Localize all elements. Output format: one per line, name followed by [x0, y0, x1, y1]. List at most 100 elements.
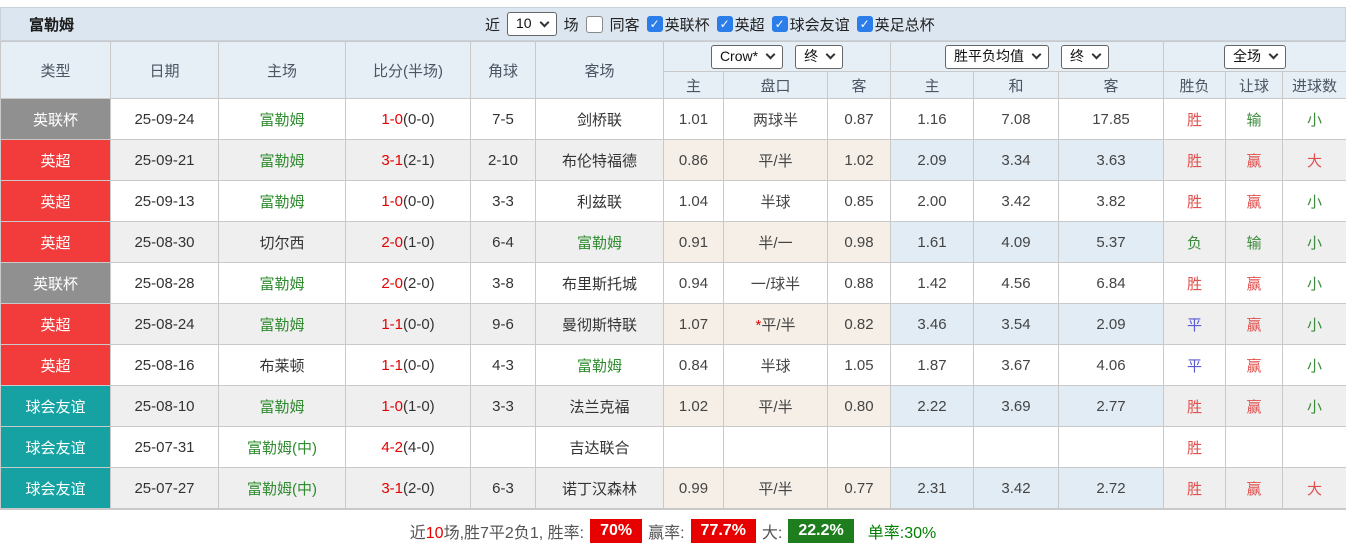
avg-away-odds: 2.72: [1058, 467, 1164, 509]
home-team: 富勒姆: [218, 303, 346, 345]
handicap-home-odds: 1.04: [663, 180, 724, 222]
league-filter-cup: ✓ 英联杯: [646, 14, 710, 35]
league-friendly-checkbox[interactable]: ✓: [771, 16, 788, 32]
goals-result: 大: [1282, 139, 1346, 181]
same-venue-checkbox[interactable]: [585, 15, 603, 33]
avg-draw-odds: 7.08: [973, 98, 1059, 140]
avg-home-odds: 1.87: [890, 344, 974, 386]
league-epl-label: 英超: [734, 16, 765, 34]
handicap-home-odds: 1.01: [663, 98, 724, 140]
handicap-away-odds: 0.88: [827, 262, 891, 304]
avg-away-odds: 3.82: [1058, 180, 1164, 222]
away-team: 吉达联合: [535, 426, 664, 468]
score-cell: 1-1(0-0): [345, 303, 471, 345]
handicap-odds-header: Crow* 终: [663, 41, 891, 72]
odds-period-value: 终: [804, 47, 819, 64]
avg-away-odds: 6.84: [1058, 262, 1164, 304]
score-cell: 1-1(0-0): [345, 344, 471, 386]
league-facup-checkbox[interactable]: ✓: [856, 16, 873, 32]
handicap-home-odds: 1.07: [663, 303, 724, 345]
avg-draw-odds: 3.67: [973, 344, 1059, 386]
league-type-badge: 英联杯: [0, 98, 111, 140]
handicap-result-header: 让球: [1225, 71, 1283, 99]
goals-result: 小: [1282, 344, 1346, 386]
league-type-badge: 球会友谊: [0, 426, 111, 468]
away-team: 布里斯托城: [535, 262, 664, 304]
score-cell: 3-1(2-0): [345, 467, 471, 509]
avg-away-header: 客: [1058, 71, 1164, 99]
wdl-result: 胜: [1163, 467, 1226, 509]
corner-score: 6-4: [470, 221, 536, 263]
team-title: 富勒姆: [29, 16, 75, 34]
match-table: 类型 日期 主场 比分(半场) 角球 客场 Crow* 终 胜平负均值 终 全场…: [0, 41, 1346, 509]
avg-away-odds: 4.06: [1058, 344, 1164, 386]
table-row: 球会友谊 25-08-10 富勒姆 1-0(1-0) 3-3 法兰克福 1.02 平/半 0.8…: [0, 385, 1346, 427]
handicap-away-odds: 1.05: [827, 344, 891, 386]
table-row: 英联杯 25-09-24 富勒姆 1-0(0-0) 7-5 剑桥联 1.01 两球半 0.87 1…: [0, 98, 1346, 140]
col-home-header: 主场: [218, 41, 346, 99]
recent-label: 近: [485, 16, 501, 34]
handicap-result: [1225, 426, 1283, 468]
col-away-header: 客场: [535, 41, 664, 99]
avg-away-odds: 17.85: [1058, 98, 1164, 140]
wdl-result: 平: [1163, 303, 1226, 345]
score-cell: 1-0(0-0): [345, 180, 471, 222]
handicap-result: 赢: [1225, 139, 1283, 181]
goals-result: [1282, 426, 1346, 468]
avg-draw-odds: 3.54: [973, 303, 1059, 345]
handicap-result: 输: [1225, 221, 1283, 263]
table-row: 球会友谊 25-07-27 富勒姆(中) 3-1(2-0) 6-3 诺丁汉森林 0.99 平/…: [0, 467, 1346, 509]
match-date: 25-09-13: [110, 180, 219, 222]
handicap-result: 赢: [1225, 385, 1283, 427]
odds-period-select[interactable]: 终: [795, 44, 844, 69]
big-rate-label: 大:: [761, 524, 783, 542]
col-date-header: 日期: [110, 41, 219, 99]
handicap-away-odds: 0.85: [827, 180, 891, 222]
bookmaker-select[interactable]: Crow*: [710, 44, 784, 69]
asian-rate-badge: 77.7%: [690, 518, 756, 543]
league-filter-epl: ✓ 英超: [716, 14, 765, 35]
recent-count-select[interactable]: 10: [507, 12, 557, 36]
table-row: 英超 25-09-21 富勒姆 3-1(2-1) 2-10 布伦特福德 0.86 平/半 1.0…: [0, 139, 1346, 181]
league-filter-facup: ✓ 英足总杯: [856, 14, 935, 35]
handicap-home-odds: 0.99: [663, 467, 724, 509]
col-corner-header: 角球: [470, 41, 536, 99]
match-date: 25-09-24: [110, 98, 219, 140]
chevron-down-icon: [1091, 49, 1102, 60]
match-date: 25-09-21: [110, 139, 219, 181]
avg-period-select[interactable]: 终: [1061, 44, 1109, 69]
table-row: 英超 25-08-16 布莱顿 1-1(0-0) 4-3 富勒姆 0.84 半球 1.05 1.8…: [0, 344, 1346, 386]
score-cell: 2-0(2-0): [345, 262, 471, 304]
avg-draw-odds: 3.42: [973, 467, 1059, 509]
home-team: 切尔西: [218, 221, 346, 263]
handicap-line: 一/球半: [723, 262, 828, 304]
goals-result: 小: [1282, 180, 1346, 222]
corner-score: 7-5: [470, 98, 536, 140]
period-scope-select[interactable]: 全场: [1224, 44, 1286, 69]
league-filter-friendly: ✓ 球会友谊: [771, 14, 850, 35]
chevron-down-icon: [765, 49, 776, 60]
handicap-home-odds: 0.91: [663, 221, 724, 263]
handicap-home-odds: 0.94: [663, 262, 724, 304]
avg-odds-select[interactable]: 胜平负均值: [945, 44, 1049, 69]
league-type-badge: 英超: [0, 139, 111, 181]
away-team: 法兰克福: [535, 385, 664, 427]
league-friendly-label: 球会友谊: [789, 16, 850, 34]
handicap-line: *平/半: [723, 303, 828, 345]
handicap-line: 半球: [723, 180, 828, 222]
avg-draw-odds: 4.09: [973, 221, 1059, 263]
home-team: 富勒姆: [218, 180, 346, 222]
handicap-result: 赢: [1225, 344, 1283, 386]
hc-home-header: 主: [663, 71, 724, 99]
col-score-header: 比分(半场): [345, 41, 471, 99]
chevron-down-icon: [539, 17, 550, 27]
hc-away-header: 客: [827, 71, 891, 99]
league-epl-checkbox[interactable]: ✓: [716, 16, 733, 32]
wdl-result: 平: [1163, 344, 1226, 386]
home-team: 富勒姆(中): [218, 467, 346, 509]
avg-home-odds: 2.31: [890, 467, 974, 509]
result-header: 全场: [1163, 41, 1346, 72]
topbar: 富勒姆 近 10 场 同客 ✓ 英联杯 ✓ 英超 ✓ 球会友谊 ✓ 英足总杯: [0, 7, 1346, 41]
match-date: 25-07-27: [110, 467, 219, 509]
league-cup-checkbox[interactable]: ✓: [646, 16, 663, 32]
